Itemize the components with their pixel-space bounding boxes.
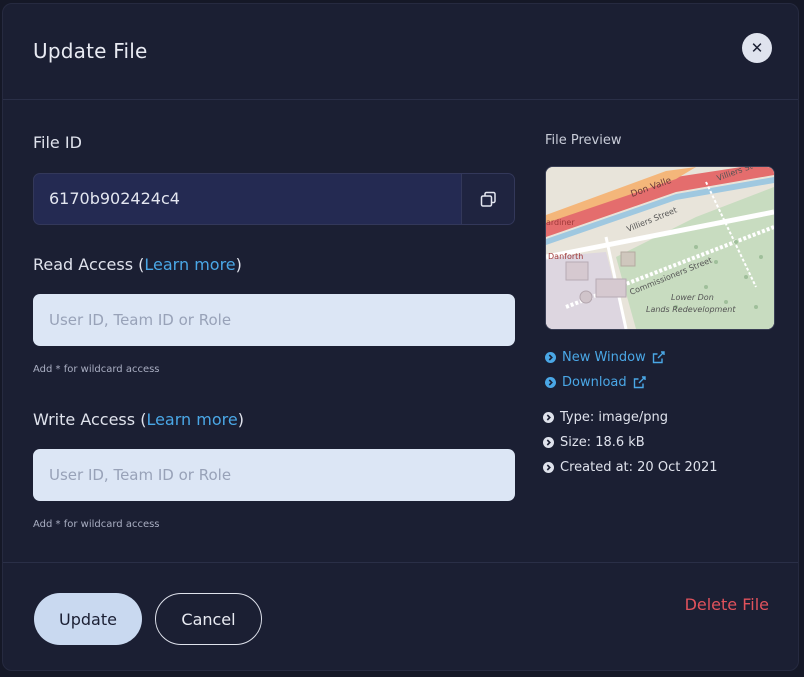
file-id-value[interactable]: 6170b902424c4 bbox=[34, 174, 461, 224]
file-preview-label: File Preview bbox=[545, 133, 622, 148]
file-created-info: Created at: 20 Oct 2021 bbox=[543, 460, 718, 475]
read-access-label: Read Access (Learn more) bbox=[33, 255, 242, 274]
map-label-4: Danforth bbox=[548, 252, 583, 261]
write-access-label-text: Write Access ( bbox=[33, 410, 147, 429]
modal-title: Update File bbox=[33, 39, 148, 63]
modal-footer: Update Cancel Delete File bbox=[3, 563, 798, 671]
external-link-icon bbox=[652, 351, 665, 364]
cancel-button[interactable]: Cancel bbox=[155, 593, 262, 645]
download-link[interactable]: Download bbox=[545, 375, 646, 390]
chevron-right-circle-icon bbox=[545, 352, 556, 363]
file-type-info: Type: image/png bbox=[543, 410, 668, 425]
write-access-label: Write Access (Learn more) bbox=[33, 410, 244, 429]
chevron-right-circle-icon bbox=[543, 412, 554, 423]
map-preview: Don Valle Villiers St ardiner Villiers S… bbox=[546, 167, 774, 329]
read-access-input[interactable] bbox=[33, 294, 515, 346]
new-window-link[interactable]: New Window bbox=[545, 350, 665, 365]
copy-button[interactable] bbox=[461, 174, 514, 224]
map-label-7: Lands Redevelopment bbox=[646, 305, 736, 314]
new-window-label: New Window bbox=[562, 350, 646, 365]
read-access-label-close: ) bbox=[235, 255, 242, 274]
read-access-label-text: Read Access ( bbox=[33, 255, 145, 274]
chevron-right-circle-icon bbox=[543, 462, 554, 473]
close-icon: ✕ bbox=[750, 39, 764, 57]
update-file-modal: Update File ✕ File ID 6170b902424c4 Read… bbox=[2, 3, 799, 671]
map-label-2: ardiner bbox=[546, 218, 575, 227]
modal-header: Update File ✕ bbox=[3, 4, 798, 100]
read-access-learn-more-link[interactable]: Learn more bbox=[144, 255, 235, 274]
file-size-info: Size: 18.6 kB bbox=[543, 435, 645, 450]
write-access-hint: Add * for wildcard access bbox=[33, 519, 160, 530]
delete-file-button[interactable]: Delete File bbox=[685, 595, 769, 614]
file-preview-image[interactable]: Don Valle Villiers St ardiner Villiers S… bbox=[545, 166, 775, 330]
close-button[interactable]: ✕ bbox=[742, 33, 772, 63]
file-id-field: 6170b902424c4 bbox=[33, 173, 515, 225]
external-link-icon bbox=[633, 376, 646, 389]
write-access-learn-more-link[interactable]: Learn more bbox=[146, 410, 237, 429]
write-access-label-close: ) bbox=[237, 410, 244, 429]
download-label: Download bbox=[562, 375, 627, 390]
file-size-text: Size: 18.6 kB bbox=[560, 435, 645, 450]
file-type-text: Type: image/png bbox=[560, 410, 668, 425]
read-access-hint: Add * for wildcard access bbox=[33, 364, 160, 375]
modal-body: File ID 6170b902424c4 Read Access (Learn… bbox=[3, 100, 798, 563]
file-created-text: Created at: 20 Oct 2021 bbox=[560, 460, 718, 475]
chevron-right-circle-icon bbox=[543, 437, 554, 448]
file-id-label: File ID bbox=[33, 133, 82, 152]
chevron-right-circle-icon bbox=[545, 377, 556, 388]
map-label-6: Lower Don bbox=[671, 293, 714, 302]
write-access-input[interactable] bbox=[33, 449, 515, 501]
copy-icon bbox=[480, 191, 496, 207]
update-button[interactable]: Update bbox=[34, 593, 142, 645]
